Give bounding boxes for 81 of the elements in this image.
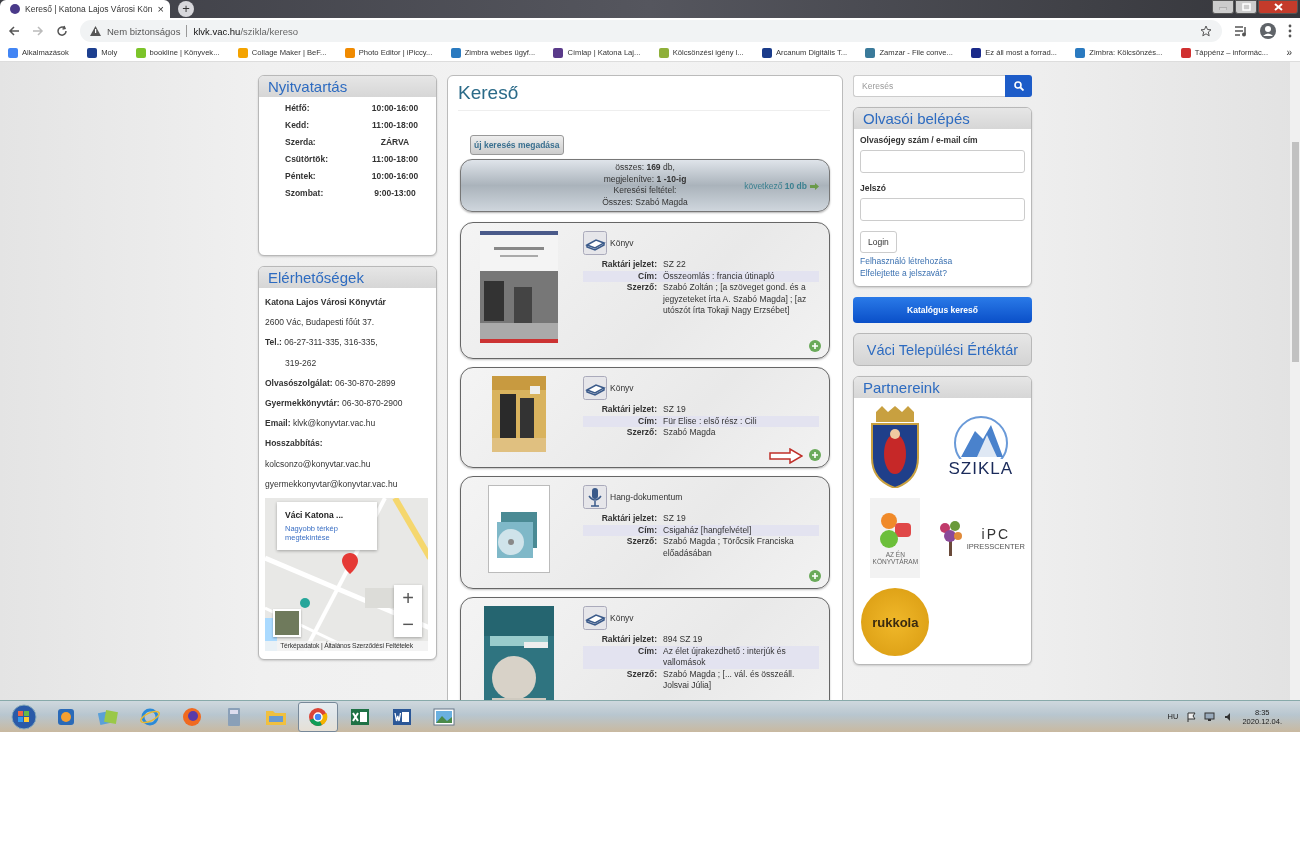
field-value: SZ 22 — [663, 259, 687, 271]
contact-line: Tel.: 06-27-311-335, 316-335, — [265, 336, 379, 350]
day-label: Szombat: — [285, 188, 325, 198]
place-name: Váci Katona ... — [285, 510, 345, 521]
address-bar[interactable]: Nem biztonságos klvk.vac.hu/szikla/kereso — [80, 20, 1222, 42]
zoom-out-button[interactable]: − — [394, 611, 422, 638]
contact-line: 319-262 — [284, 356, 318, 370]
hours-text: 10:00-16:00 — [370, 103, 420, 113]
media-type: Hang-dokumentum — [610, 492, 683, 502]
catalog-search-button[interactable]: Katalógus kereső — [853, 297, 1032, 323]
close-tab-button[interactable]: × — [157, 3, 164, 15]
hours-text: 9:00-13:00 — [373, 188, 417, 198]
hours-text: 11:00-18:00 — [371, 120, 419, 130]
heritage-link[interactable]: Váci Települési Értéktár — [853, 333, 1032, 366]
login-button[interactable]: Login — [860, 231, 897, 253]
contact-line: Gyermekkönyvtár: 06-30-870-2900 — [265, 397, 404, 410]
day-label: Péntek: — [285, 171, 317, 181]
media-type: Könyv — [610, 613, 634, 623]
search-field[interactable]: Keresés — [853, 75, 1005, 97]
field-label: Cím: — [583, 270, 663, 282]
field-label: Raktári jelzet: — [600, 259, 658, 271]
field-value: SZ 19 — [663, 404, 687, 416]
url-text: klvk.vac.hu/szikla/kereso — [193, 25, 298, 37]
summary-text: Összes: Szabó Magda — [602, 196, 688, 208]
account-link[interactable]: Elfelejtette a jelszavát? — [860, 267, 1025, 279]
field-label: Olvasójegy szám / e-mail cím — [860, 135, 979, 145]
day-label: Hétfő: — [285, 103, 311, 113]
field-label: Szerző: — [625, 536, 658, 548]
day-label: Csütörtök: — [285, 154, 329, 164]
contact-line: 2600 Vác, Budapesti főút 37. — [265, 316, 376, 330]
browser-tab[interactable]: Kereső | Katona Lajos Városi Kön × — [0, 0, 170, 18]
field-label: Szerző: — [625, 427, 658, 439]
hours-text: 11:00-18:00 — [371, 154, 419, 164]
hours-text: 10:00-16:00 — [370, 171, 420, 181]
rukkola-logo: rukkola — [861, 588, 930, 656]
field-value: Szabó Magda ; Törőcsik Franciska előadásában — [663, 536, 795, 559]
field-label: Jelszó — [860, 183, 887, 193]
field-label: Cím: — [583, 645, 663, 669]
account-link[interactable]: Felhasználó létrehozása — [860, 255, 1025, 267]
security-label: Nem biztonságos — [107, 25, 181, 37]
contact-line: gyermekkonyvtar@konyvtar.vac.hu — [265, 477, 399, 491]
field-label: Szerző: — [625, 282, 658, 294]
panel-title: Elérhetőségek — [259, 267, 436, 288]
field-value: SZ 19 — [663, 513, 687, 525]
hours-text: ZÁRVA — [379, 137, 411, 147]
field-label: Raktári jelzet: — [600, 404, 658, 416]
new-search-button[interactable]: új keresés megadása — [470, 135, 564, 155]
summary-text: Keresési feltétel: — [613, 185, 677, 197]
field-label: Raktári jelzet: — [600, 513, 658, 525]
day-label: Szerda: — [285, 137, 317, 147]
contact-line: kolcsonzo@konyvtar.vac.hu — [265, 457, 372, 471]
field-value: Für Elise : első rész : Cili — [663, 415, 819, 427]
media-type: Könyv — [610, 238, 634, 248]
more-bookmarks-button[interactable]: » — [1286, 47, 1292, 58]
panel-title: Partnereink — [854, 377, 1031, 398]
field-value: 894 SZ 19 — [663, 634, 704, 646]
field-value: Csigaház [hangfelvétel] — [663, 524, 819, 536]
field-value: Összeomlás : francia útinapló — [663, 270, 819, 282]
zoom-in-button[interactable]: + — [394, 585, 422, 612]
field-value: Szabó Magda ; [... vál. és összeáll. Jolsvai Júlia] — [663, 668, 796, 692]
panel-title: Olvasói belépés — [854, 108, 1031, 129]
field-label: Raktári jelzet: — [600, 634, 658, 646]
panel-title: Nyitvatartás — [259, 76, 436, 97]
media-type: Könyv — [610, 383, 634, 393]
contact-line: Hosszabbítás: — [265, 437, 324, 451]
field-value: Szabó Magda — [663, 427, 717, 439]
szikla-logo: SZIKLA — [948, 406, 1014, 486]
day-label: Kedd: — [285, 120, 311, 130]
summary-text: összes: 169 db, — [615, 162, 675, 174]
field-value: Szabó Zoltán ; [a szöveget gond. és a jegyzeteket írta A. Szabó Magda] ; [az utószót írta Tokaji Nagy Erzsébet] — [663, 282, 808, 317]
tab-title: Kereső | Katona Lajos Városi Kön — [25, 4, 153, 14]
contact-line: Katona Lajos Városi Könyvtár — [265, 296, 387, 309]
page-title: Kereső — [458, 82, 830, 111]
contact-line: Email: klvk@konyvtar.vac.hu — [265, 417, 377, 431]
field-value: Az élet újrakezdhető : interjúk és vallomások — [663, 645, 819, 669]
contact-line: Olvasószolgálat: 06-30-870-2899 — [265, 376, 397, 390]
field-label: Cím: — [583, 524, 663, 536]
field-label: Cím: — [583, 415, 663, 427]
field-label: Szerző: — [625, 668, 658, 681]
summary-text: megjelenítve: 1 -10-ig — [603, 173, 687, 185]
new-tab-button[interactable]: + — [178, 1, 194, 17]
